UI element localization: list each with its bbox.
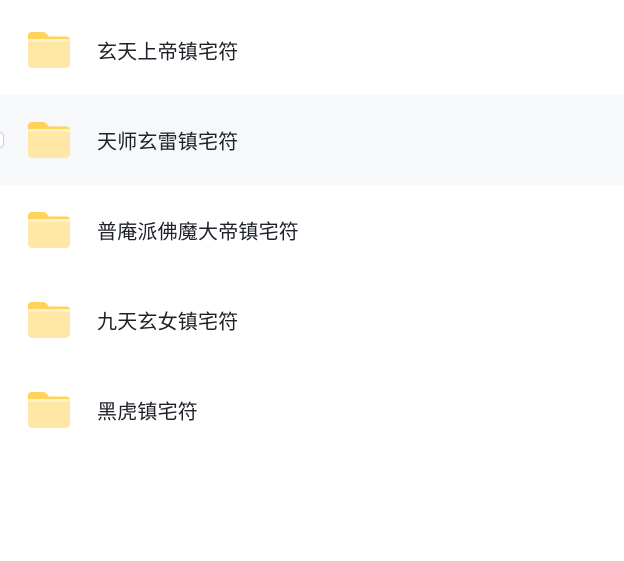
folder-row[interactable]: 黑虎镇宅符 bbox=[0, 365, 624, 455]
folder-name[interactable]: 天师玄雷镇宅符 bbox=[97, 126, 238, 155]
folder-name[interactable]: 九天玄女镇宅符 bbox=[97, 306, 238, 335]
folder-row[interactable]: 九天玄女镇宅符 bbox=[0, 275, 624, 365]
folder-icon bbox=[26, 30, 72, 70]
folder-row[interactable]: 普庵派佛魔大帝镇宅符 bbox=[0, 185, 624, 275]
row-checkbox[interactable] bbox=[0, 132, 4, 148]
folder-row[interactable]: 玄天上帝镇宅符 bbox=[0, 5, 624, 95]
folder-row[interactable]: 天师玄雷镇宅符 bbox=[0, 95, 624, 185]
folder-name[interactable]: 黑虎镇宅符 bbox=[97, 396, 198, 425]
folder-name[interactable]: 普庵派佛魔大帝镇宅符 bbox=[97, 216, 299, 245]
folder-icon bbox=[26, 300, 72, 340]
folder-icon bbox=[26, 120, 72, 160]
file-list: 玄天上帝镇宅符 天师玄雷镇宅符 普庵派佛魔大帝镇宅符 九天玄女镇宅符 黑虎镇宅符 bbox=[0, 5, 624, 455]
folder-icon bbox=[26, 210, 72, 250]
folder-name[interactable]: 玄天上帝镇宅符 bbox=[97, 36, 238, 65]
folder-icon bbox=[26, 390, 72, 430]
